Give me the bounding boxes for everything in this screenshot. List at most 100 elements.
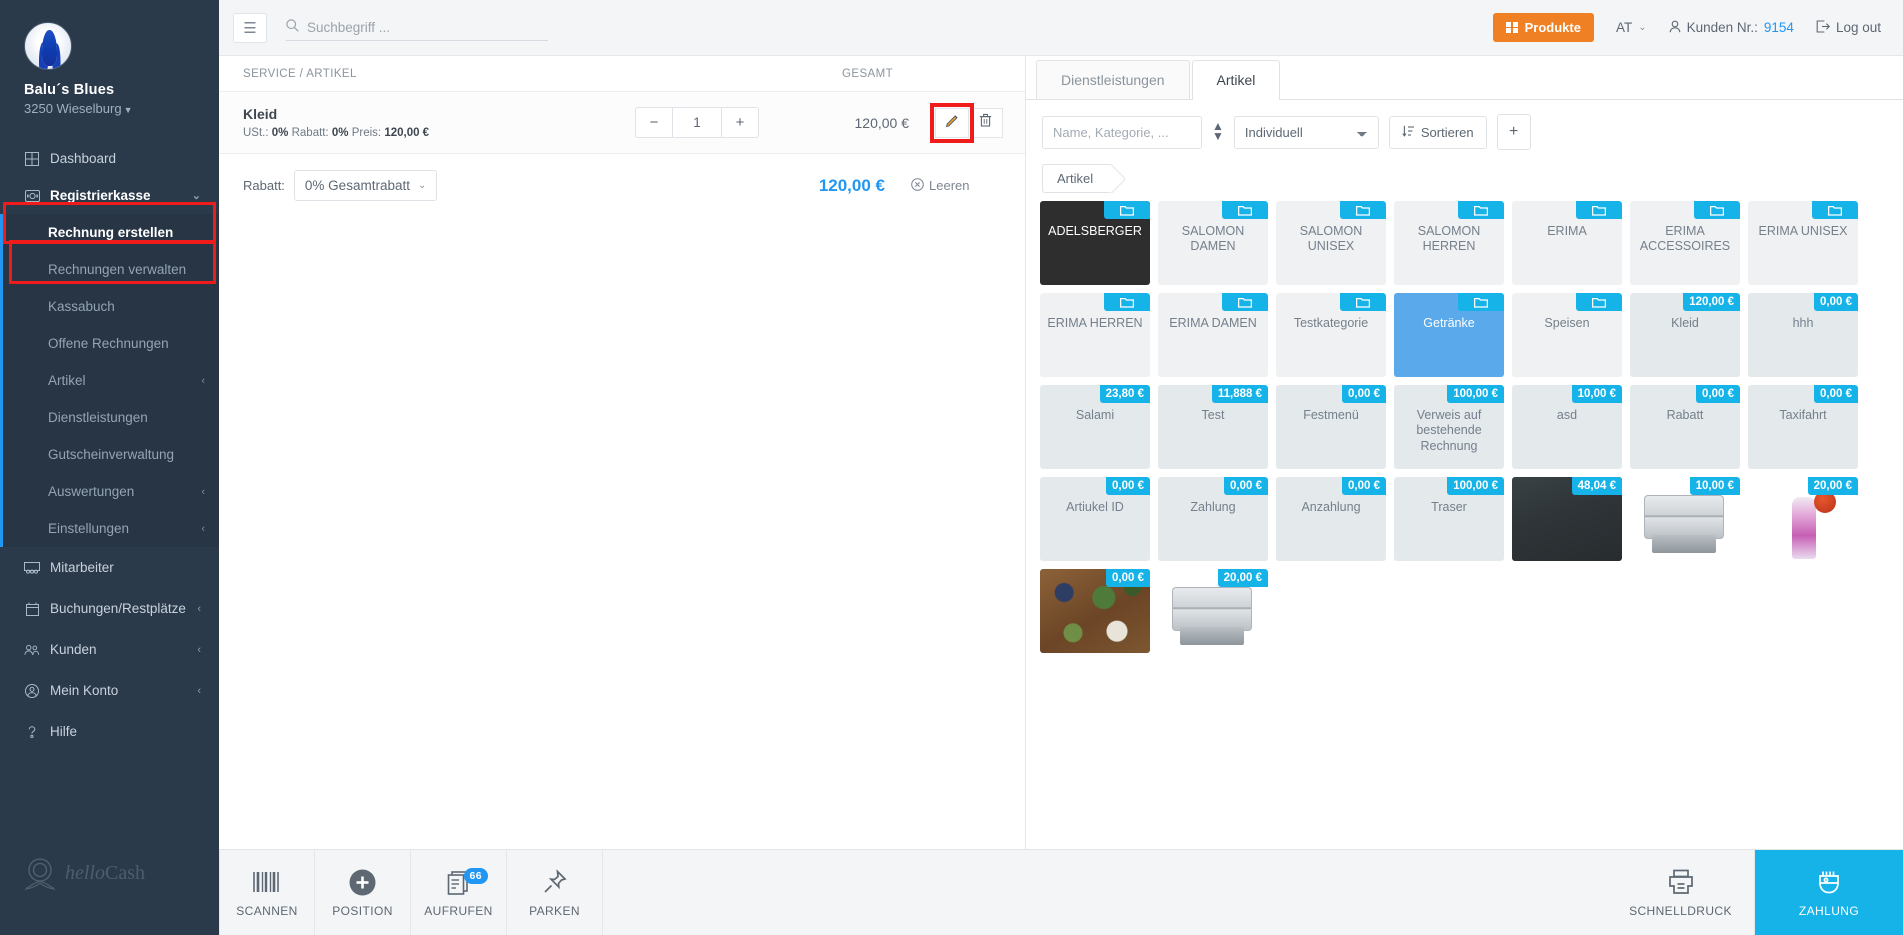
folder-icon [1104,201,1150,219]
sidebar-subitem-offene-rechnungen[interactable]: Offene Rechnungen [0,325,219,362]
tile-label: asd [1556,408,1578,422]
product-tile[interactable]: 100,00 € Verweis auf bestehende Rechnung [1394,385,1504,469]
product-tile-image[interactable]: 20,00 € [1158,569,1268,653]
logout-button[interactable]: Log out [1816,19,1881,36]
quantity-value[interactable]: 1 [672,108,722,137]
product-tile[interactable]: 0,00 € Zahlung [1158,477,1268,561]
tab-artikel[interactable]: Artikel [1191,60,1281,100]
category-tile[interactable]: SALOMON DAMEN [1158,201,1268,285]
category-tile[interactable]: SALOMON UNISEX [1276,201,1386,285]
total-discount-select[interactable]: 0% Gesamtrabatt ⌄ [293,170,438,201]
product-tile-image[interactable]: 0,00 € [1040,569,1150,653]
category-tile[interactable]: ERIMA UNISEX [1748,201,1858,285]
scannen-label: SCANNEN [236,904,298,918]
rabatt-label: Rabatt: [243,178,285,193]
tile-label: SALOMON HERREN [1417,224,1481,254]
sidebar-subitem-gutscheinverwaltung[interactable]: Gutscheinverwaltung [0,436,219,473]
product-search-input[interactable] [1042,115,1202,149]
product-tile-image[interactable]: 48,04 € [1512,477,1622,561]
sidebar-subitem-kassabuch[interactable]: Kassabuch [0,288,219,325]
chevron-down-icon: ⌄ [417,180,427,191]
sort-button[interactable]: Sortieren [1388,115,1487,149]
sidebar-nav: Dashboard Registrierkasse ⌄ Rechnung ers… [0,140,219,752]
category-tile[interactable]: Speisen [1512,293,1622,377]
parken-button[interactable]: PARKEN [507,850,603,935]
product-tile[interactable]: 0,00 € Taxifahrt [1748,385,1858,469]
product-tile[interactable]: 0,00 € Rabatt [1630,385,1740,469]
category-tile[interactable]: ERIMA DAMEN [1158,293,1268,377]
sidebar-item-label: Mitarbeiter [50,560,114,575]
sidebar-subitem-rechnungen-verwalten[interactable]: Rechnungen verwalten [0,251,219,288]
zahlung-button[interactable]: ZAHLUNG [1755,850,1903,935]
price-badge: 11,888 € [1211,385,1268,403]
price-badge: 100,00 € [1447,385,1504,403]
category-tile[interactable]: ADELSBERGER [1040,201,1150,285]
delete-item-button[interactable] [969,107,1003,138]
chevron-left-icon: ‹ [201,522,205,535]
category-tile[interactable]: ERIMA [1512,201,1622,285]
menu-toggle-button[interactable]: ☰ [233,12,267,43]
country-label: AT [1615,20,1633,35]
product-tile[interactable]: 10,00 € asd [1512,385,1622,469]
product-tile[interactable]: 100,00 € Traser [1394,477,1504,561]
product-tile[interactable]: 0,00 € Festmenü [1276,385,1386,469]
product-tile[interactable]: 0,00 € Anzahlung [1276,477,1386,561]
sidebar-item-dashboard[interactable]: Dashboard [0,140,219,177]
country-selector[interactable]: AT ⌄ [1616,20,1647,35]
scannen-button[interactable]: SCANNEN [219,850,315,935]
sidebar-item-mitarbeiter[interactable]: Mitarbeiter [0,547,219,588]
clear-cart-button[interactable]: Leeren [911,177,1003,194]
add-product-button[interactable]: + [1496,114,1531,150]
quantity-increase-button[interactable]: + [722,108,758,137]
search-input[interactable] [307,19,548,35]
sidebar-item-hilfe[interactable]: Hilfe [0,711,219,752]
topbar-right: Produkte AT ⌄ Kunden Nr.: 9154 Log out [1493,13,1881,42]
chevron-down-icon: ⌄ [191,190,201,202]
bottom-toolbar: SCANNEN POSITION 66 AUFRUFEN PARKEN SCHN… [219,849,1903,935]
aufrufen-button[interactable]: 66 AUFRUFEN [411,850,507,935]
sidebar-subitem-label: Einstellungen [48,521,130,536]
category-tile[interactable]: ERIMA ACCESSOIRES [1630,201,1740,285]
sidebar-item-kunden[interactable]: Kunden ‹ [0,629,219,670]
product-tile[interactable]: 0,00 € hhh [1748,293,1858,377]
position-button[interactable]: POSITION [315,850,411,935]
category-tile[interactable]: SALOMON HERREN [1394,201,1504,285]
sidebar-subitem-einstellungen[interactable]: Einstellungen ‹ [0,510,219,547]
cart-item-row: Kleid USt.: 0% Rabatt: 0% Preis: 120,00 … [219,92,1025,154]
product-tile-image[interactable]: 10,00 € [1630,477,1740,561]
quantity-decrease-button[interactable]: − [636,108,672,137]
breadcrumb[interactable]: Artikel [1042,164,1112,193]
schnelldruck-button[interactable]: SCHNELLDRUCK [1607,850,1755,935]
product-view-select[interactable]: Individuell [1233,115,1379,149]
category-tile[interactable]: Testkategorie [1276,293,1386,377]
global-search[interactable] [286,14,548,41]
tile-label: ERIMA DAMEN [1169,316,1257,330]
tile-label: ADELSBERGER [1048,224,1142,238]
folder-icon [1576,201,1622,219]
topbar: ☰ Produkte AT ⌄ [219,0,1903,56]
product-tile-image[interactable]: 20,00 € [1748,477,1858,561]
product-tile[interactable]: 11,888 € Test [1158,385,1268,469]
category-tile[interactable]: ERIMA HERREN [1040,293,1150,377]
sidebar-item-registrierkasse[interactable]: Registrierkasse ⌄ [0,177,219,214]
tile-label: Getränke [1423,316,1475,330]
chevron-left-icon: ‹ [201,485,205,498]
sort-updown-icon[interactable]: ▲ ▼ [1212,120,1224,142]
customer-number[interactable]: Kunden Nr.: 9154 [1669,20,1794,36]
brand-location[interactable]: 3250 Wieselburg ▼ [24,101,219,116]
sidebar-item-mein-konto[interactable]: Mein Konto ‹ [0,670,219,711]
sidebar-subitem-auswertungen[interactable]: Auswertungen ‹ [0,473,219,510]
edit-item-button[interactable] [935,107,969,138]
tile-label: ERIMA ACCESSOIRES [1639,224,1731,254]
logout-label: Log out [1835,20,1881,35]
product-tile[interactable]: 0,00 € Artiukel ID [1040,477,1150,561]
produkte-button[interactable]: Produkte [1493,13,1594,42]
tab-dienstleistungen[interactable]: Dienstleistungen [1036,60,1190,99]
product-tile[interactable]: 23,80 € Salami [1040,385,1150,469]
sidebar-subitem-dienstleistungen[interactable]: Dienstleistungen [0,399,219,436]
sidebar-subitem-artikel[interactable]: Artikel ‹ [0,362,219,399]
sidebar-subitem-rechnung-erstellen[interactable]: Rechnung erstellen [0,214,219,251]
sidebar-item-buchungen[interactable]: Buchungen/Restplätze ‹ [0,588,219,629]
product-tile[interactable]: 120,00 € Kleid [1630,293,1740,377]
category-tile[interactable]: Getränke [1394,293,1504,377]
